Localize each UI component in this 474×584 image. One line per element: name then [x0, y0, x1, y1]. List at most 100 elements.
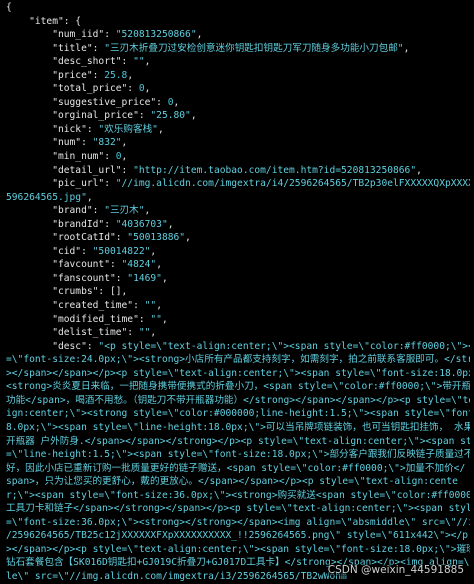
code-line: ></span></span></p><p style=\"text-align… — [6, 367, 470, 381]
code-token: "min_num": — [6, 151, 116, 163]
code-token: r;\"><span style=\"font-size:36.0px;\"><… — [6, 489, 470, 501]
code-token: , — [403, 42, 410, 54]
code-line: ign:center;\"><strong style=\"color:#000… — [6, 407, 470, 421]
code-token: "50014822" — [92, 245, 151, 257]
code-line: 工具刀卡和链子</span></strong></span></p><p sty… — [6, 502, 470, 516]
code-line: 596264565.jpg", — [6, 191, 470, 205]
code-token: le\" src=\"//img.alicdn.com/imgextra/i3/… — [6, 570, 347, 582]
code-token: =\"line-height:1.5;\"><span style=\"font… — [6, 449, 470, 461]
code-token: "desc": — [6, 340, 99, 352]
code-token: "//img.alicdn.com/imgextra/i4/2596264565… — [115, 178, 470, 190]
code-line: "cid": "50014822", — [6, 245, 470, 259]
code-token: , — [156, 259, 162, 271]
code-line: "desc": "<p style=\"text-align:center;\"… — [6, 340, 470, 354]
code-token: , — [161, 272, 168, 284]
code-token: "" — [150, 313, 162, 325]
code-token: 功能</span>，喝酒不用愁。（钥匙刀不带开瓶器功能）</strong></s… — [6, 394, 470, 406]
code-line: "title": "三刃木折叠刀过安检创意迷你钥匙扣钥匙刀军刀随身多功能小刀包邮… — [6, 42, 470, 56]
code-token: "fanscount": — [6, 272, 128, 284]
code-line: "total_price": 0, — [6, 82, 470, 96]
code-token: "suggestive_price": — [6, 96, 168, 108]
code-token: "brand": — [6, 205, 105, 217]
code-token: "<p style=\"text-align:center;\"><span s… — [98, 340, 470, 352]
code-line: "pic_url": "//img.alicdn.com/imgextra/i4… — [6, 177, 470, 191]
code-token: "delist_time": — [6, 327, 139, 339]
code-token: "1469" — [127, 272, 162, 284]
code-token: "modified_time": — [6, 313, 151, 325]
code-token: 开瓶器 户外防身.</span></span></strong></p><p s… — [6, 435, 470, 447]
code-token: , — [190, 110, 197, 122]
code-token: , — [150, 327, 157, 339]
code-line: { — [6, 1, 470, 15]
code-token: <strong>炎炎夏日来临，一把随身携带便携式的折叠小刀，<span styl… — [6, 381, 470, 393]
code-token: "" — [144, 300, 157, 312]
code-token: , — [156, 300, 162, 312]
code-token: "num": — [6, 137, 93, 149]
code-token: , — [185, 232, 191, 244]
code-token: , — [157, 123, 164, 135]
code-token: "4036703" — [115, 218, 168, 230]
code-token: span>，只为让您买的更舒心，戴的更放心。</span></span></p>… — [6, 476, 458, 488]
code-token: "orginal_price": — [6, 110, 151, 122]
code-line: "num_iid": "520813250866", — [6, 28, 470, 42]
code-token: , — [150, 245, 157, 257]
code-token: "created_time": — [6, 300, 145, 312]
code-token: 596264565.jpg" — [6, 191, 87, 203]
code-line: <strong>炎炎夏日来临，一把随身携带便携式的折叠小刀，<span styl… — [6, 380, 470, 394]
code-line: "desc_short": "", — [6, 55, 470, 69]
code-token: , — [144, 83, 151, 95]
code-line: "modified_time": "", — [6, 313, 470, 327]
code-line: "created_time": "", — [6, 299, 470, 313]
code-token: , — [144, 56, 151, 68]
code-line: span>，只为让您买的更舒心，戴的更放心。</span></span></p>… — [6, 475, 470, 489]
code-token: "detail_url": — [6, 164, 134, 176]
code-token: 好，因此小店已重新订购一批质量更好的链子赠送，<span style=\"col… — [6, 462, 466, 474]
code-line: "min_num": 0, — [6, 150, 470, 164]
code-token: "http://item.taobao.com/item.htm?id=5208… — [133, 164, 417, 176]
code-token: ign:center;\"><strong style=\"color:#000… — [6, 408, 470, 420]
code-token: "favcount": — [6, 259, 122, 271]
code-token: =\"font-size:24.0px;\"><strong>小店所有产品都支持… — [6, 354, 470, 366]
code-token: "title": — [6, 42, 105, 54]
code-token: =\"font-size:36.0px;\"><strong></strong>… — [6, 516, 470, 528]
code-line: "orginal_price": "25.80", — [6, 109, 470, 123]
code-line: "rootCatId": "50013886", — [6, 231, 470, 245]
code-line: =\"font-size:36.0px;\"><strong></strong>… — [6, 516, 470, 530]
code-token: "三刃木折叠刀过安检创意迷你钥匙扣钥匙刀军刀随身多功能小刀包邮" — [104, 42, 404, 54]
code-token: , — [86, 191, 93, 203]
csdn-watermark: CSDN @weixin_44591885 — [325, 564, 466, 576]
code-line: "item": { — [6, 15, 470, 29]
code-token: /2596264565/TB25c12jXXXXXXFXpXXXXXXXXXX_… — [6, 530, 469, 542]
code-line: "fanscount": "1469", — [6, 272, 470, 286]
code-token: , — [196, 29, 203, 41]
code-token: "brandId": — [6, 218, 116, 230]
code-token: "total_price": — [6, 83, 139, 95]
code-line: 好，因此小店已重新订购一批质量更好的链子赠送，<span style=\"col… — [6, 462, 470, 476]
code-token: , — [121, 151, 128, 163]
code-token: , — [144, 205, 151, 217]
code-token: "num_iid": — [6, 29, 116, 41]
code-token: 25.8 — [104, 69, 128, 81]
code-token: "item": { — [6, 15, 82, 27]
code-line: 开瓶器 户外防身.</span></span></strong></p><p s… — [6, 435, 470, 449]
code-line: =\"font-size:24.0px;\"><strong>小店所有产品都支持… — [6, 353, 470, 367]
code-token: "832" — [92, 137, 122, 149]
code-line: 8.0px;\"><span style=\"line-height:18.0p… — [6, 421, 470, 435]
code-token: 8.0px;\"><span style=\"line-height:18.0p… — [6, 421, 470, 433]
code-token: "rootCatId": — [6, 232, 128, 244]
code-token: "4824" — [121, 259, 157, 271]
code-line: "delist_time": "", — [6, 326, 470, 340]
code-line: /2596264565/TB25c12jXXXXXXFXpXXXXXXXXXX_… — [6, 529, 470, 543]
code-token: , — [161, 313, 168, 325]
code-line: "detail_url": "http://item.taobao.com/it… — [6, 164, 470, 178]
code-line: "num": "832", — [6, 136, 470, 150]
code-line: "suggestive_price": 0, — [6, 96, 470, 110]
code-token: "50013886" — [127, 232, 186, 244]
code-line: r;\"><span style=\"font-size:36.0px;\"><… — [6, 489, 470, 503]
code-line: ></span></p><p style=\"text-align:center… — [6, 543, 470, 557]
code-token: "" — [133, 56, 145, 68]
code-token: , — [416, 164, 422, 176]
code-token: , — [121, 137, 128, 149]
code-line: "crumbs": [], — [6, 285, 470, 299]
code-line: "price": 25.8, — [6, 69, 470, 83]
